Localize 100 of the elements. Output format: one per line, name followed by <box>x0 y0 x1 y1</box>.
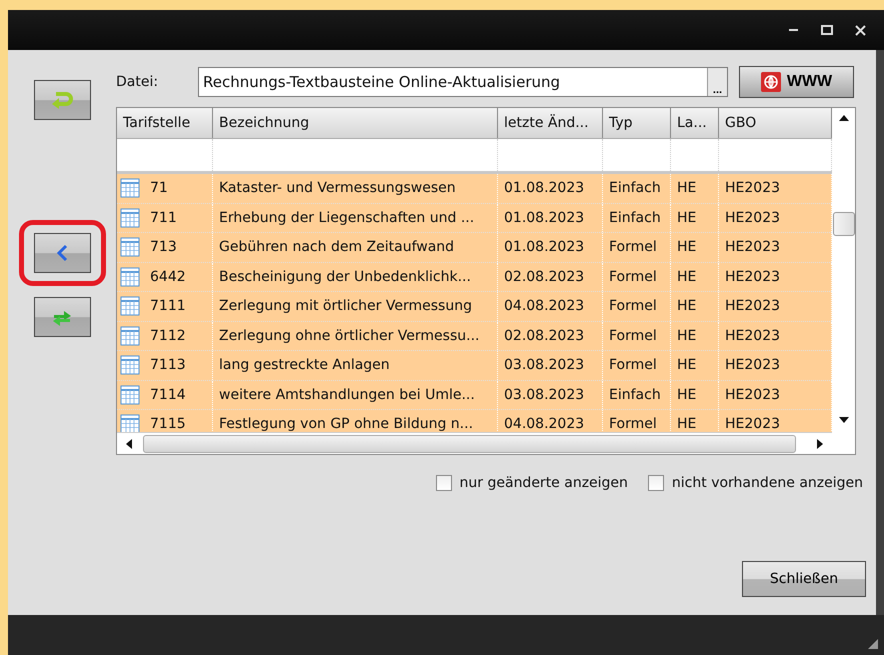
maximize-icon[interactable] <box>821 25 833 35</box>
column-header[interactable]: letzte Änd... <box>498 108 603 138</box>
scroll-up-icon[interactable] <box>838 114 850 122</box>
column-header[interactable]: La... <box>671 108 719 138</box>
table-cell: 01.08.2023 <box>504 210 584 226</box>
table-cell: HE2023 <box>725 416 780 432</box>
table-cell: 02.08.2023 <box>504 328 584 344</box>
table-row[interactable]: 7111 Zerlegung mit örtlicher Vermessung 04.08.2023 Formel HE HE2023 <box>117 292 832 322</box>
table-cell: Zerlegung mit örtlicher Vermessung <box>219 298 472 314</box>
table-icon <box>120 178 140 198</box>
table-cell: HE2023 <box>725 268 780 285</box>
table-cell: HE <box>677 268 696 285</box>
table-row[interactable]: 713 Gebühren nach dem Zeitaufwand 01.08.2023 Formel HE HE2023 <box>117 233 832 262</box>
scroll-down-icon[interactable] <box>838 416 850 424</box>
table-row[interactable]: 7115 Festlegung von GP ohne Bildung n... 04.08.2023 Formel HE HE2023 <box>117 410 832 432</box>
table-cell: Gebühren nach dem Zeitaufwand <box>219 239 454 256</box>
table-cell: HE2023 <box>725 210 780 226</box>
browse-button[interactable]: ... <box>707 68 727 96</box>
table-icon <box>120 296 140 316</box>
table-cell: HE2023 <box>725 357 780 374</box>
table-cell: Kataster- und Vermessungswesen <box>219 180 456 196</box>
column-header[interactable]: Typ <box>603 108 671 138</box>
table-cell: Einfach <box>609 180 661 196</box>
table-cell: 7113 <box>150 357 186 374</box>
table-cell: Formel <box>609 416 657 432</box>
table-cell: HE <box>677 180 696 196</box>
scroll-thumb[interactable] <box>143 434 796 452</box>
table-cell: 01.08.2023 <box>504 239 584 256</box>
table-row[interactable]: 71 Kataster- und Vermessungswesen 01.08.2023 Einfach HE HE2023 <box>117 174 832 204</box>
chevron-left-icon <box>56 244 68 262</box>
column-header[interactable]: Tarifstelle <box>117 108 213 138</box>
return-button[interactable] <box>34 80 90 120</box>
table-icon <box>120 266 140 287</box>
table-cell: 04.08.2023 <box>504 416 584 432</box>
table-icon <box>120 414 140 432</box>
table-cell: Zerlegung ohne örtlicher Vermessu... <box>219 328 480 344</box>
table-cell: Einfach <box>609 210 661 226</box>
table-cell: 711 <box>150 210 177 226</box>
table-icon <box>120 326 140 346</box>
minimize-icon[interactable] <box>789 28 799 32</box>
table-cell: 7111 <box>150 298 186 314</box>
table-row[interactable]: 6442 Bescheinigung der Unbedenklichk... 02.08.2023 Formel HE HE2023 <box>117 262 832 292</box>
table-cell: Formel <box>609 239 657 256</box>
scroll-thumb[interactable] <box>832 212 854 236</box>
checkbox-label: nicht vorhandene anzeigen <box>672 475 863 491</box>
table-cell: 01.08.2023 <box>504 180 584 196</box>
table-cell: 02.08.2023 <box>504 268 584 285</box>
table-cell: HE <box>677 386 696 403</box>
table-cell: Formel <box>609 268 657 285</box>
table-icon <box>120 355 140 376</box>
table-cell: Formel <box>609 298 657 314</box>
table-cell: lang gestreckte Anlagen <box>219 357 390 374</box>
table-row[interactable]: 711 Erhebung der Liegenschaften und ... 01.08.2023 Einfach HE HE2023 <box>117 204 832 233</box>
table-cell: 7115 <box>150 416 186 432</box>
table-cell: 71 <box>150 180 168 196</box>
file-value: Rechnungs-Textbausteine Online-Aktualisierung <box>202 73 560 91</box>
back-button[interactable] <box>34 233 90 273</box>
table-cell: HE <box>677 210 696 226</box>
table-cell: 713 <box>150 239 177 256</box>
file-field[interactable]: Rechnungs-Textbausteine Online-Aktualisierung ... <box>198 67 728 97</box>
table-cell: 04.08.2023 <box>504 298 584 314</box>
table-icon <box>120 208 140 228</box>
close-icon[interactable] <box>855 24 866 36</box>
table-row[interactable]: 7114 weitere Amtshandlungen bei Umle... 03.08.2023 Einfach HE HE2023 <box>117 380 832 410</box>
table-cell: weitere Amtshandlungen bei Umle... <box>219 386 475 403</box>
table-cell: HE <box>677 298 696 314</box>
swap-button[interactable] <box>34 297 90 337</box>
table-cell: HE2023 <box>725 239 780 256</box>
checkbox[interactable] <box>436 475 452 491</box>
table-cell: Formel <box>609 357 657 374</box>
table-cell: Einfach <box>609 386 661 403</box>
scroll-left-icon[interactable] <box>125 438 133 450</box>
table-cell: HE2023 <box>725 180 780 196</box>
table-cell: 7114 <box>150 386 186 403</box>
checkbox-label: nur geänderte anzeigen <box>460 475 628 491</box>
table-cell: HE <box>677 239 696 256</box>
column-header[interactable]: Bezeichnung <box>213 108 498 138</box>
table-row[interactable]: 7112 Zerlegung ohne örtlicher Vermessu... 02.08.2023 Formel HE HE2023 <box>117 322 832 351</box>
table-cell: Erhebung der Liegenschaften und ... <box>219 210 474 226</box>
scroll-right-icon[interactable] <box>816 438 824 450</box>
resize-grip-icon[interactable] <box>866 637 880 651</box>
table-cell: Festlegung von GP ohne Bildung n... <box>219 416 474 432</box>
table-cell: 03.08.2023 <box>504 386 584 403</box>
file-label: Datei: <box>116 74 160 90</box>
table-row[interactable]: 7113 lang gestreckte Anlagen 03.08.2023 Formel HE HE2023 <box>117 351 832 380</box>
table-cell: 6442 <box>150 268 186 285</box>
www-button[interactable]: WWW <box>739 66 854 98</box>
close-button[interactable]: Schließen <box>742 561 866 597</box>
checkbox[interactable] <box>648 475 664 491</box>
return-arrow-icon <box>50 90 74 110</box>
table-cell: HE2023 <box>725 298 780 314</box>
globe-icon <box>760 72 781 92</box>
table-cell: Bescheinigung der Unbedenklichk... <box>219 268 471 285</box>
table-cell: Formel <box>609 328 657 344</box>
table-cell: 03.08.2023 <box>504 357 584 374</box>
table-icon <box>120 237 140 258</box>
table-cell: HE2023 <box>725 386 780 403</box>
table-cell: HE <box>677 357 696 374</box>
table-cell: HE2023 <box>725 328 780 344</box>
table-icon <box>120 384 140 405</box>
